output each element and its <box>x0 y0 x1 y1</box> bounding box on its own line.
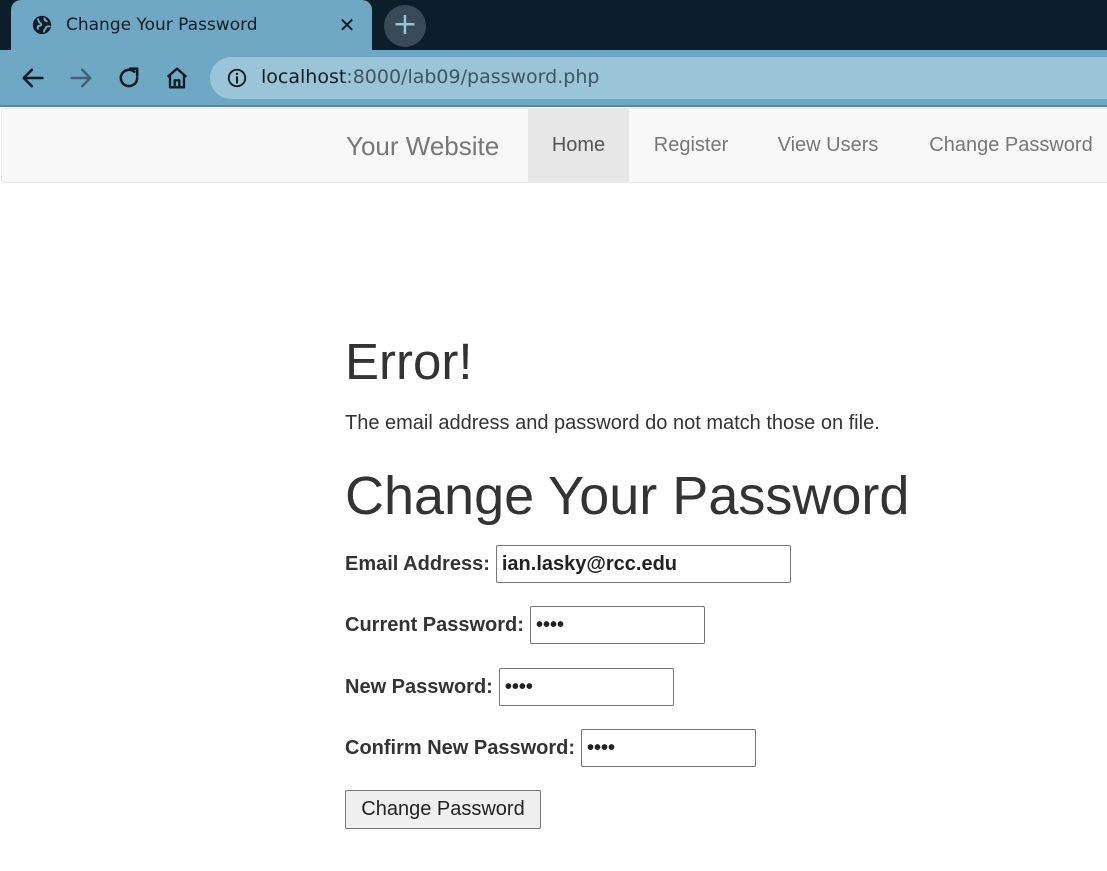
address-bar[interactable]: localhost:8000/lab09/password.php <box>210 57 1107 99</box>
current-password-label: Current Password: <box>345 613 524 636</box>
error-message: The email address and password do not ma… <box>345 412 880 434</box>
home-icon[interactable] <box>163 64 191 92</box>
plus-icon: + <box>392 7 418 42</box>
new-password-field[interactable] <box>498 668 674 706</box>
url-host: localhost <box>261 66 347 88</box>
new-tab-button[interactable]: + <box>384 5 426 47</box>
tab-title: Change Your Password <box>66 15 258 35</box>
current-password-row: Current Password: <box>345 605 705 645</box>
info-icon[interactable] <box>226 67 248 89</box>
confirm-password-field[interactable] <box>581 729 757 767</box>
site-brand[interactable]: Your Website <box>346 131 499 162</box>
change-password-button[interactable]: Change Password <box>345 790 541 829</box>
nav-item-register[interactable]: Register <box>629 109 753 182</box>
browser-tab[interactable]: Change Your Password ✕ <box>11 0 372 50</box>
email-row: Email Address: <box>345 544 791 584</box>
nav-item-change-password[interactable]: Change Password <box>903 109 1107 182</box>
current-password-field[interactable] <box>529 606 705 644</box>
forward-arrow-icon[interactable] <box>67 64 95 92</box>
confirm-password-label: Confirm New Password: <box>345 736 576 759</box>
reload-icon[interactable] <box>115 64 143 92</box>
browser-toolbar: localhost:8000/lab09/password.php <box>0 50 1107 105</box>
site-navbar: Your Website Home Register View Users Ch… <box>1 108 1107 183</box>
page-title: Change Your Password <box>345 466 910 526</box>
error-heading: Error! <box>345 333 473 390</box>
new-password-label: New Password: <box>345 675 493 698</box>
toolbar-divider <box>0 105 1107 107</box>
nav-item-view-users[interactable]: View Users <box>753 109 903 182</box>
email-field[interactable] <box>495 545 791 583</box>
confirm-password-row: Confirm New Password: <box>345 728 757 768</box>
back-arrow-icon[interactable] <box>19 64 47 92</box>
url-text[interactable]: localhost:8000/lab09/password.php <box>261 66 599 88</box>
nav-item-home[interactable]: Home <box>528 109 629 182</box>
email-label: Email Address: <box>345 552 490 575</box>
new-password-row: New Password: <box>345 667 674 707</box>
close-icon[interactable]: ✕ <box>333 11 361 39</box>
browser-tab-strip: Change Your Password ✕ + <box>0 0 1107 50</box>
url-path: :8000/lab09/password.php <box>346 66 600 88</box>
globe-icon <box>32 15 52 35</box>
